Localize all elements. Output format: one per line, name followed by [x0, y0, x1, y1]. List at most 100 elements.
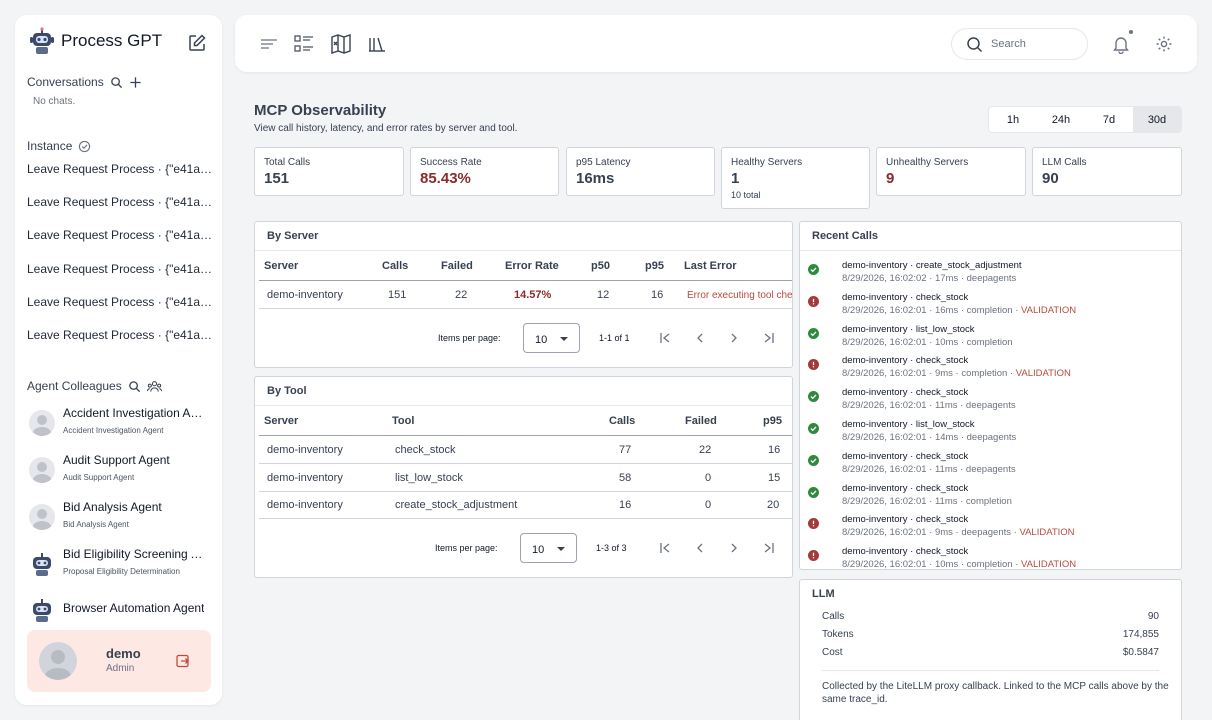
agent-item[interactable]: Bid Eligibility Screening Agent Proposal…: [29, 547, 219, 577]
last-page-icon[interactable]: [762, 331, 776, 345]
page-title: MCP Observability: [254, 102, 387, 119]
column-header[interactable]: Error Rate: [505, 260, 559, 272]
recent-call-details: 8/29/2026, 16:02:01 · 11ms · deepagents: [842, 463, 1016, 475]
agent-name: Accident Investigation Agent: [63, 406, 209, 420]
recent-call-details: 8/29/2026, 16:02:01 · 10ms · completion …: [842, 559, 1022, 570]
recent-call-details: 8/29/2026, 16:02:01 · 9ms · deepagents ·: [842, 527, 1020, 539]
search-input[interactable]: [991, 38, 1071, 50]
card-title: By Server: [267, 230, 319, 242]
recent-call-title: demo-inventory · list_low_stock: [842, 323, 975, 335]
avatar: [29, 457, 55, 483]
column-header[interactable]: Failed: [685, 415, 717, 427]
instance-item[interactable]: Leave Request Process · {"e41a53...: [27, 328, 217, 342]
instance-header: Instance: [27, 139, 91, 153]
column-header[interactable]: p50: [591, 260, 610, 272]
search-icon: [967, 36, 983, 52]
column-header[interactable]: Tool: [392, 415, 414, 427]
instance-item[interactable]: Leave Request Process · {"e41a53...: [27, 262, 217, 276]
page-range: 1-1 of 1: [599, 333, 630, 343]
robot-logo-icon: [30, 27, 54, 54]
validation-tag: VALIDATION: [1021, 559, 1077, 570]
list-icon[interactable]: [293, 33, 315, 55]
kpi-llm-calls: LLM Calls 90: [1032, 147, 1182, 196]
agent-name: Bid Analysis Agent: [63, 500, 162, 514]
success-check-icon: [808, 327, 819, 339]
users-icon[interactable]: [146, 380, 162, 393]
range-30d-button[interactable]: 30d: [1133, 107, 1181, 132]
recent-call-details: 8/29/2026, 16:02:02 · 17ms · deepagents: [842, 273, 1017, 284]
range-24h-button[interactable]: 24h: [1037, 107, 1085, 132]
first-page-icon[interactable]: [658, 331, 672, 345]
items-per-page-select[interactable]: 10: [520, 533, 577, 563]
column-header[interactable]: Server: [264, 415, 298, 427]
instance-item[interactable]: Leave Request Process · {"e41a53...: [27, 162, 217, 176]
recent-call-meta: 8/29/2026, 16:02:01 · 9ms · completion ·…: [842, 368, 1071, 379]
cell-server: demo-inventory: [267, 499, 343, 511]
range-1h-button[interactable]: 1h: [989, 107, 1037, 132]
range-7d-button[interactable]: 7d: [1085, 107, 1133, 132]
column-header[interactable]: Calls: [382, 260, 408, 272]
llm-row: Tokens 174,855: [822, 629, 1159, 640]
instance-item[interactable]: Leave Request Process · {"e41a53...: [27, 228, 217, 242]
recent-call-details: 8/29/2026, 16:02:01 · 10ms · completion: [842, 336, 1013, 348]
column-header[interactable]: Last Error: [684, 260, 737, 272]
page-subtitle: View call history, latency, and error ra…: [254, 123, 518, 134]
agent-item[interactable]: Browser Automation Agent: [29, 593, 219, 623]
card-title: LLM: [812, 588, 835, 600]
last-page-icon[interactable]: [762, 541, 776, 555]
agent-name: Audit Support Agent: [63, 453, 170, 467]
divider: [259, 491, 792, 492]
items-per-page-label: Items per page:: [435, 543, 498, 553]
column-header[interactable]: p95: [763, 415, 782, 427]
instance-item[interactable]: Leave Request Process · {"e41a53...: [27, 195, 217, 209]
next-page-icon[interactable]: [727, 331, 741, 345]
avatar: [39, 642, 77, 680]
brand[interactable]: Process GPT: [29, 27, 162, 55]
agent-item[interactable]: Audit Support Agent Audit Support Agent: [29, 453, 219, 483]
gear-icon[interactable]: [1155, 35, 1173, 53]
bell-icon[interactable]: [1111, 34, 1131, 54]
conversations-label: Conversations: [27, 75, 104, 89]
llm-row: Calls 90: [822, 611, 1159, 622]
cell-server: demo-inventory: [267, 444, 343, 456]
logout-icon[interactable]: [176, 654, 190, 668]
column-header[interactable]: Calls: [609, 415, 635, 427]
next-page-icon[interactable]: [727, 541, 741, 555]
menu-icon[interactable]: [258, 33, 280, 55]
search-icon[interactable]: [128, 380, 141, 393]
prev-page-icon[interactable]: [693, 541, 707, 555]
recent-call-title: demo-inventory · check_stock: [842, 450, 969, 462]
cell-tool: check_stock: [395, 444, 456, 456]
search-box[interactable]: [951, 28, 1088, 60]
llm-row-value: $0.5847: [1122, 647, 1159, 658]
new-chat-icon[interactable]: [187, 33, 207, 53]
prev-page-icon[interactable]: [693, 331, 707, 345]
map-icon[interactable]: [330, 33, 352, 55]
recent-call-details: 8/29/2026, 16:02:01 · 11ms · deepagents: [842, 400, 1016, 412]
recent-call-meta: 8/29/2026, 16:02:01 · 9ms · deepagents ·…: [842, 527, 1075, 538]
agent-item[interactable]: Accident Investigation Agent Accident In…: [29, 406, 219, 436]
card-title: Recent Calls: [812, 230, 879, 242]
agent-item[interactable]: Bid Analysis Agent Bid Analysis Agent: [29, 500, 219, 530]
divider: [259, 280, 792, 281]
success-check-icon: [808, 423, 819, 434]
instance-item[interactable]: Leave Request Process · {"e41a53...: [27, 295, 217, 309]
cell-tool: create_stock_adjustment: [395, 499, 518, 511]
user-card[interactable]: demo Admin: [27, 630, 211, 692]
first-page-icon[interactable]: [658, 541, 672, 555]
library-icon[interactable]: [366, 33, 388, 55]
check-circle-icon[interactable]: [78, 140, 91, 153]
search-icon[interactable]: [110, 76, 123, 89]
items-per-page-select[interactable]: 10: [523, 323, 580, 353]
column-header[interactable]: Server: [264, 260, 298, 272]
recent-call-title: demo-inventory · check_stock: [842, 514, 969, 526]
llm-row-label: Calls: [822, 611, 845, 622]
conversations-header: Conversations: [27, 75, 142, 89]
column-header[interactable]: Failed: [441, 260, 473, 272]
kpi-value: 90: [1042, 170, 1059, 187]
column-header[interactable]: p95: [645, 260, 664, 272]
success-check-icon: [808, 454, 819, 466]
plus-icon[interactable]: [129, 76, 142, 89]
cell-server: demo-inventory: [267, 472, 343, 484]
llm-row-label: Tokens: [822, 629, 854, 640]
